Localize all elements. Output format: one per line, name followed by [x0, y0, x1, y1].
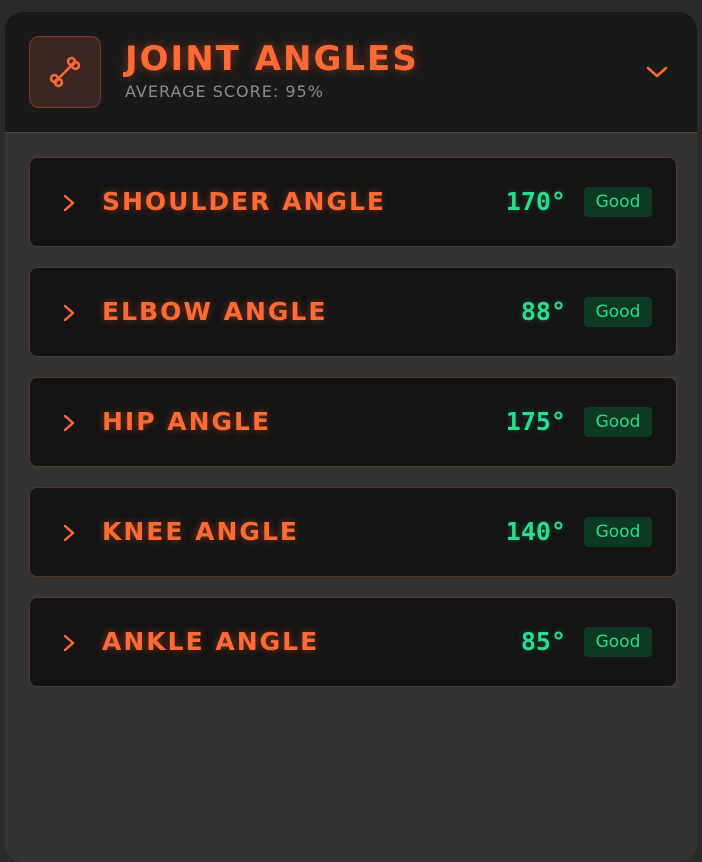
status-badge: Good [584, 187, 652, 217]
status-badge: Good [584, 517, 652, 547]
joint-label: KNEE ANGLE [102, 517, 299, 546]
chevron-right-icon [60, 192, 78, 214]
header-text: JOINT ANGLES AVERAGE SCORE: 95% [125, 38, 419, 101]
joint-row-elbow[interactable]: ELBOW ANGLE 88° Good [29, 267, 677, 357]
joint-value: 140° [505, 517, 566, 546]
joint-label: ELBOW ANGLE [102, 297, 328, 326]
chevron-right-icon [60, 412, 78, 434]
joint-label: SHOULDER ANGLE [102, 187, 386, 216]
status-badge: Good [584, 297, 652, 327]
chevron-right-icon [60, 522, 78, 544]
panel-title: JOINT ANGLES [125, 39, 419, 79]
joint-angles-panel: JOINT ANGLES AVERAGE SCORE: 95% SHOULDER… [5, 12, 697, 862]
joint-value: 85° [520, 627, 566, 656]
status-badge: Good [584, 407, 652, 437]
panel-header[interactable]: JOINT ANGLES AVERAGE SCORE: 95% [5, 12, 697, 133]
chevron-right-icon [60, 302, 78, 324]
joint-row-ankle[interactable]: ANKLE ANGLE 85° Good [29, 597, 677, 687]
chevron-right-icon [60, 632, 78, 654]
average-score: AVERAGE SCORE: 95% [125, 82, 324, 101]
joint-label: ANKLE ANGLE [102, 627, 320, 656]
joint-row-hip[interactable]: HIP ANGLE 175° Good [29, 377, 677, 467]
joint-row-shoulder[interactable]: SHOULDER ANGLE 170° Good [29, 157, 677, 247]
joint-value: 175° [505, 407, 566, 436]
joint-list: SHOULDER ANGLE 170° Good ELBOW ANGLE 88°… [29, 157, 677, 707]
joint-label: HIP ANGLE [102, 407, 272, 436]
joint-row-knee[interactable]: KNEE ANGLE 140° Good [29, 487, 677, 577]
joint-value: 88° [520, 297, 566, 326]
bone-icon [29, 36, 101, 108]
status-badge: Good [584, 627, 652, 657]
joint-value: 170° [505, 187, 566, 216]
chevron-down-icon[interactable] [643, 58, 671, 86]
